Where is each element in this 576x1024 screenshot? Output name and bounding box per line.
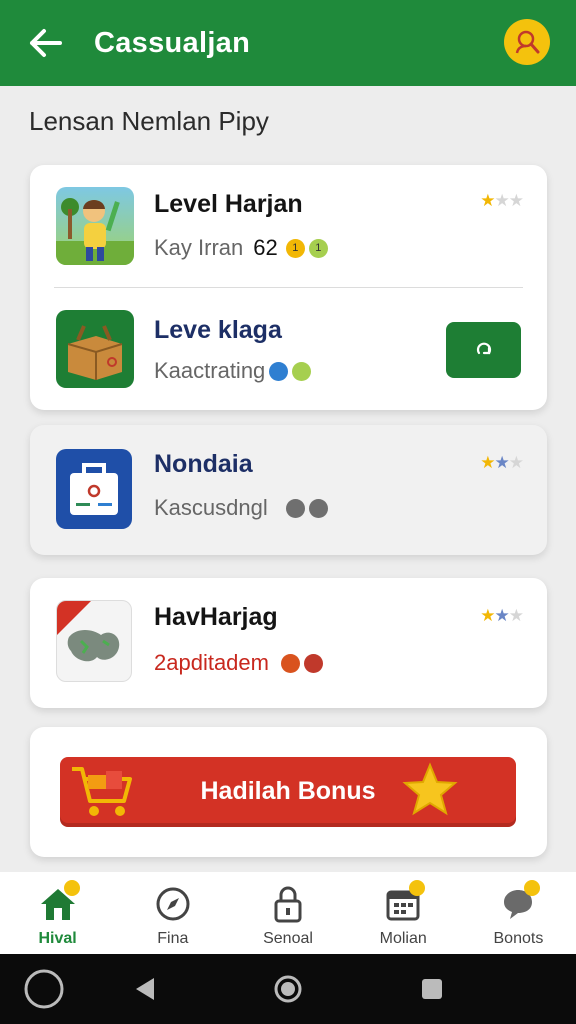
game-title: HavHarjag xyxy=(154,603,278,631)
badge-dot: 1 xyxy=(308,238,328,258)
game-subtitle: Kaactrating xyxy=(154,358,312,384)
game-thumbnail xyxy=(56,600,132,682)
game-thumbnail xyxy=(56,449,132,529)
badge-dot xyxy=(285,498,305,518)
nav-item-calendar[interactable]: Molian xyxy=(346,872,461,954)
bonus-button[interactable]: Hadilah Bonus xyxy=(60,757,516,827)
game-card: Nondaia Kascusdngl ★★★ xyxy=(30,425,547,555)
bottom-navigation: Hival Fina Senoal Molian Bonots xyxy=(0,872,576,954)
star-icon: ★ xyxy=(508,606,524,625)
notification-dot xyxy=(524,880,541,896)
user-icon xyxy=(515,30,540,54)
notification-dot xyxy=(409,880,426,896)
game-card: HavHarjag 2apditadem ★★★ xyxy=(30,578,547,708)
lock-icon xyxy=(268,884,308,924)
refresh-button[interactable] xyxy=(446,322,521,378)
star-icon: ★ xyxy=(480,191,495,210)
subtitle-text: Kascusdngl xyxy=(154,495,268,520)
home-circle-icon[interactable] xyxy=(273,974,303,1004)
app-title: Cassualjan xyxy=(94,26,251,59)
nav-label: Hival xyxy=(38,930,77,947)
nav-label: Molian xyxy=(379,930,427,947)
subtitle-text: Kay Irran xyxy=(154,235,244,260)
nav-item-bonus[interactable]: Bonots xyxy=(461,872,576,954)
badge-dot xyxy=(303,653,323,673)
star-icon: ★ xyxy=(508,453,524,472)
rating-stars: ★★★ xyxy=(480,606,524,626)
badge-dot xyxy=(269,361,289,381)
home-icon xyxy=(38,880,80,924)
nav-label: Senoal xyxy=(263,930,313,947)
bonus-card: Hadilah Bonus xyxy=(30,727,547,857)
nav-item-secure[interactable]: Senoal xyxy=(230,872,345,954)
star-icon xyxy=(402,762,458,816)
back-button[interactable] xyxy=(26,23,66,63)
star-icon: ★ xyxy=(494,606,510,625)
calendar-icon xyxy=(383,880,426,924)
game-subtitle: Kay Irran 62 1 1 xyxy=(154,235,328,261)
section-title: Lensan Nemlan Pipy xyxy=(29,106,269,136)
arrow-left-icon xyxy=(30,29,62,57)
star-icon: ★ xyxy=(480,453,495,472)
star-icon: ★ xyxy=(508,191,524,210)
nav-item-explore[interactable]: Fina xyxy=(115,872,230,954)
rating-stars: ★★★ xyxy=(480,453,524,473)
star-icon: ★ xyxy=(494,453,510,472)
badge-dot xyxy=(308,498,328,518)
nav-label: Bonots xyxy=(493,930,544,947)
nav-label: Fina xyxy=(157,930,189,947)
list-item[interactable]: Nondaia Kascusdngl ★★★ xyxy=(30,425,547,545)
game-title: Level Harjan xyxy=(154,190,303,218)
badge-dot xyxy=(292,361,312,381)
system-navigation-bar xyxy=(0,954,576,1024)
rating-stars: ★★★ xyxy=(480,191,524,211)
list-item[interactable]: HavHarjag 2apditadem ★★★ xyxy=(30,578,547,698)
nav-item-home[interactable]: Hival xyxy=(0,872,115,954)
game-subtitle: 2apditadem xyxy=(154,650,323,676)
subtitle-text: 2apditadem xyxy=(154,650,269,675)
circle-icon[interactable] xyxy=(23,968,65,1010)
star-icon: ★ xyxy=(480,606,495,625)
notification-dot xyxy=(63,880,80,896)
profile-button[interactable] xyxy=(504,19,550,65)
refresh-icon xyxy=(476,342,491,355)
chat-icon xyxy=(498,880,541,924)
game-title: Leve klaga xyxy=(154,316,282,344)
game-subtitle: Kascusdngl xyxy=(154,495,328,521)
game-thumbnail xyxy=(56,310,134,388)
game-title: Nondaia xyxy=(154,450,253,478)
game-card: Level Harjan Kay Irran 62 1 1 ★★★ Leve k… xyxy=(30,165,547,410)
compass-icon xyxy=(153,884,193,924)
score-value: 62 xyxy=(253,235,278,260)
badge-dot xyxy=(280,653,300,673)
back-triangle-icon[interactable] xyxy=(133,976,157,1002)
list-item[interactable]: Level Harjan Kay Irran 62 1 1 ★★★ xyxy=(30,165,547,285)
star-icon: ★ xyxy=(494,191,510,210)
game-thumbnail xyxy=(56,187,134,265)
badge-dot: 1 xyxy=(285,238,305,258)
subtitle-text: Kaactrating xyxy=(154,358,266,383)
app-bar: Cassualjan xyxy=(0,0,576,86)
recents-square-icon[interactable] xyxy=(420,977,444,1001)
